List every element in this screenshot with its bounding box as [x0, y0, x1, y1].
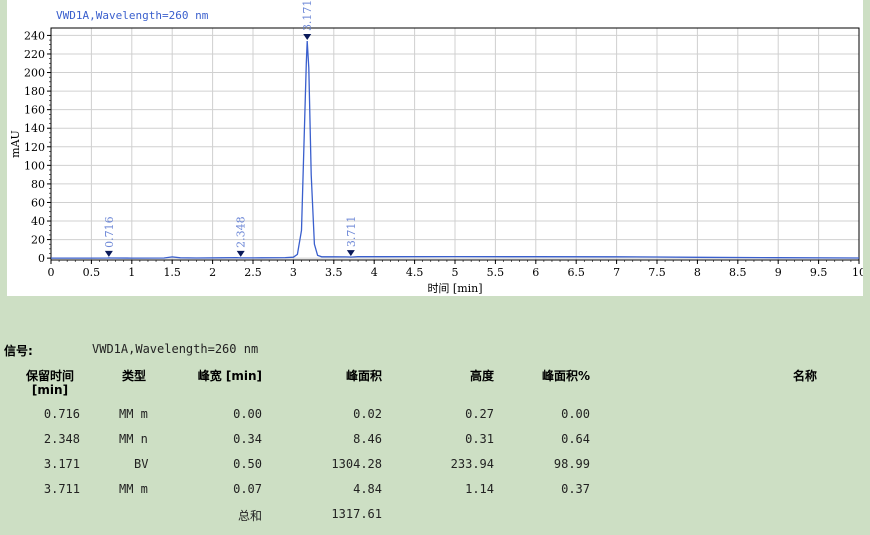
x-tick-label: 2 [209, 266, 216, 279]
chromatogram-chart: VWD1A,Wavelength=260 nm 0 0.5 1 1.5 2 2.5 3 3.5… [9, 0, 863, 295]
cell-area-pct: 98.99 [553, 457, 590, 471]
cell-width: 0.00 [233, 407, 262, 421]
y-tick-label: 120 [24, 141, 45, 154]
peak-rt-label: 2.348 [235, 216, 248, 247]
x-tick-label: 5.5 [487, 266, 505, 279]
y-tick-label: 80 [31, 178, 45, 191]
signal-label: 信号: [4, 344, 33, 358]
x-tick-label: 4 [371, 266, 378, 279]
cell-rt: 3.711 [43, 482, 80, 496]
x-tick-label: 3.5 [325, 266, 343, 279]
peak-rt-label: 3.171 [301, 0, 314, 31]
cell-width: 0.50 [233, 457, 262, 471]
x-tick-label: 1 [128, 266, 135, 279]
x-tick-label: 5 [452, 266, 459, 279]
header-rt: 保留时间 [25, 369, 74, 383]
cell-height: 0.27 [465, 407, 494, 421]
x-tick-label: 3 [290, 266, 297, 279]
header-height: 高度 [469, 369, 494, 383]
cell-area-pct: 0.64 [561, 432, 590, 446]
x-tick-label: 6.5 [567, 266, 585, 279]
signal-value: VWD1A,Wavelength=260 nm [92, 342, 259, 356]
x-tick-label: 8 [694, 266, 701, 279]
axes: 0 0.5 1 1.5 2 2.5 3 3.5 4 4.5 5 5.5 6 6.5 7 7.5 8 8.5 9 9.5… [24, 29, 863, 279]
y-tick-label: 140 [24, 122, 45, 135]
header-name: 名称 [793, 369, 818, 383]
y-tick-label: 200 [24, 67, 45, 80]
x-tick-label: 8.5 [729, 266, 747, 279]
y-tick-label: 20 [31, 234, 45, 247]
x-tick-label: 9.5 [810, 266, 828, 279]
header-rt-unit: [min] [31, 383, 69, 397]
table-header: 保留时间 [min] 类型 峰宽 [min] 峰面积 高度 峰面积% 名称 [0, 367, 870, 401]
x-tick-label: 2.5 [244, 266, 262, 279]
header-area: 峰面积 [345, 369, 382, 383]
x-tick-label: 4.5 [406, 266, 424, 279]
grid [50, 28, 860, 260]
y-tick-label: 220 [24, 48, 45, 61]
cell-rt: 3.171 [43, 457, 80, 471]
x-tick-label: 1.5 [163, 266, 181, 279]
peak-marker-icon [236, 250, 245, 257]
cell-width: 0.34 [233, 432, 262, 446]
cell-area: 4.84 [353, 482, 382, 496]
x-tick-label: 9 [775, 266, 782, 279]
y-tick-label: 180 [24, 85, 45, 98]
total-area: 1317.61 [331, 507, 382, 521]
y-tick-label: 240 [24, 29, 45, 42]
peak-marker-icon [104, 250, 113, 257]
x-tick-label: 6 [532, 266, 539, 279]
x-tick-label: 7 [613, 266, 620, 279]
y-tick-label: 100 [24, 159, 45, 172]
x-axis-label: 时间 [min] [427, 282, 482, 295]
peak-marker-icon [346, 250, 355, 257]
total-label: 总和 [237, 509, 262, 523]
y-tick-label: 160 [24, 104, 45, 117]
cell-rt: 2.348 [43, 432, 80, 446]
signal-title: VWD1A,Wavelength=260 nm [56, 9, 209, 22]
signal-row: 信号: VWD1A,Wavelength=260 nm [0, 342, 870, 362]
results-table: 信号: VWD1A,Wavelength=260 nm 保留时间 [min] 类… [0, 336, 870, 535]
x-tick-label: 10 [852, 266, 863, 279]
cell-area: 1304.28 [331, 457, 382, 471]
y-tick-label: 40 [31, 215, 45, 228]
cell-height: 1.14 [465, 482, 494, 496]
y-tick-label: 0 [38, 252, 45, 265]
header-area-pct: 峰面积% [541, 369, 590, 383]
x-tick-label: 0.5 [83, 266, 101, 279]
cell-width: 0.07 [233, 482, 262, 496]
chromatogram-panel: VWD1A,Wavelength=260 nm 0 0.5 1 1.5 2 2.5 3 3.5… [7, 0, 863, 296]
peak-rt-label: 3.711 [345, 216, 358, 248]
y-axis-label: mAU [9, 130, 22, 158]
table-row: 2.348 MM n 0.34 8.46 0.31 0.64 [0, 432, 870, 452]
cell-height: 233.94 [450, 457, 494, 471]
cell-height: 0.31 [465, 432, 494, 446]
cell-rt: 0.716 [43, 407, 80, 421]
table-row: 3.711 MM m 0.07 4.84 1.14 0.37 [0, 482, 870, 502]
peak-marker-icon [303, 34, 312, 41]
table-row: 3.171 BV 0.50 1304.28 233.94 98.99 [0, 457, 870, 477]
cell-type: MM m [119, 482, 148, 496]
table-row: 0.716 MM m 0.00 0.02 0.27 0.00 [0, 407, 870, 427]
total-row: 总和 1317.61 [0, 507, 870, 527]
cell-type: MM n [119, 432, 148, 446]
cell-area: 8.46 [353, 432, 382, 446]
cell-area: 0.02 [353, 407, 382, 421]
y-tick-label: 60 [31, 196, 45, 209]
cell-type: MM m [119, 407, 148, 421]
x-tick-label: 0 [48, 266, 55, 279]
header-width: 峰宽 [min] [197, 369, 262, 383]
x-tick-label: 7.5 [648, 266, 666, 279]
cell-type: BV [134, 457, 149, 471]
cell-area-pct: 0.00 [561, 407, 590, 421]
cell-area-pct: 0.37 [561, 482, 590, 496]
header-type: 类型 [121, 369, 146, 383]
peak-rt-label: 0.716 [103, 216, 116, 248]
